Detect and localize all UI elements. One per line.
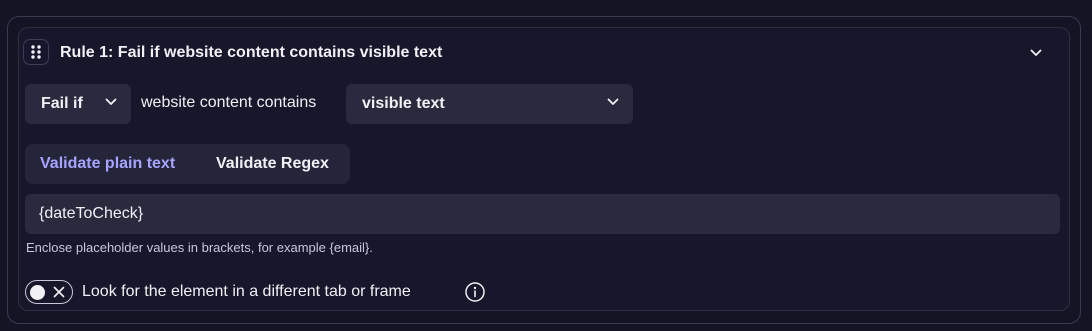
condition-target-value: visible text xyxy=(362,95,445,112)
condition-mode-select[interactable]: Fail if xyxy=(25,84,131,124)
drag-handle-icon[interactable] xyxy=(23,39,49,65)
condition-mode-value: Fail if xyxy=(41,95,83,112)
rule-card: Rule 1: Fail if website content contains… xyxy=(18,27,1070,311)
validation-mode-tabs: Validate plain text Validate Regex xyxy=(25,144,350,184)
condition-target-select[interactable]: visible text xyxy=(346,84,633,124)
tab-validate-regex[interactable]: Validate Regex xyxy=(216,144,329,184)
condition-static-text: website content contains xyxy=(141,94,317,111)
rule-panel: Rule 1: Fail if website content contains… xyxy=(7,16,1081,324)
chevron-down-icon xyxy=(1030,49,1042,56)
x-icon xyxy=(52,285,66,304)
info-icon[interactable] xyxy=(464,281,486,303)
chevron-down-icon xyxy=(105,98,117,106)
toggle-knob xyxy=(30,284,45,300)
tab-validate-plain-text[interactable]: Validate plain text xyxy=(40,144,175,184)
text-to-check-input[interactable]: {dateToCheck} xyxy=(25,194,1060,234)
toggle-label: Look for the element in a different tab … xyxy=(82,283,411,300)
placeholder-hint: Enclose placeholder values in brackets, … xyxy=(26,240,373,255)
rule-title: Rule 1: Fail if website content contains… xyxy=(60,44,443,61)
rule-header[interactable]: Rule 1: Fail if website content contains… xyxy=(19,28,1069,78)
collapse-button[interactable] xyxy=(1023,41,1049,65)
different-tab-toggle[interactable] xyxy=(25,280,73,304)
chevron-down-icon xyxy=(607,98,619,106)
